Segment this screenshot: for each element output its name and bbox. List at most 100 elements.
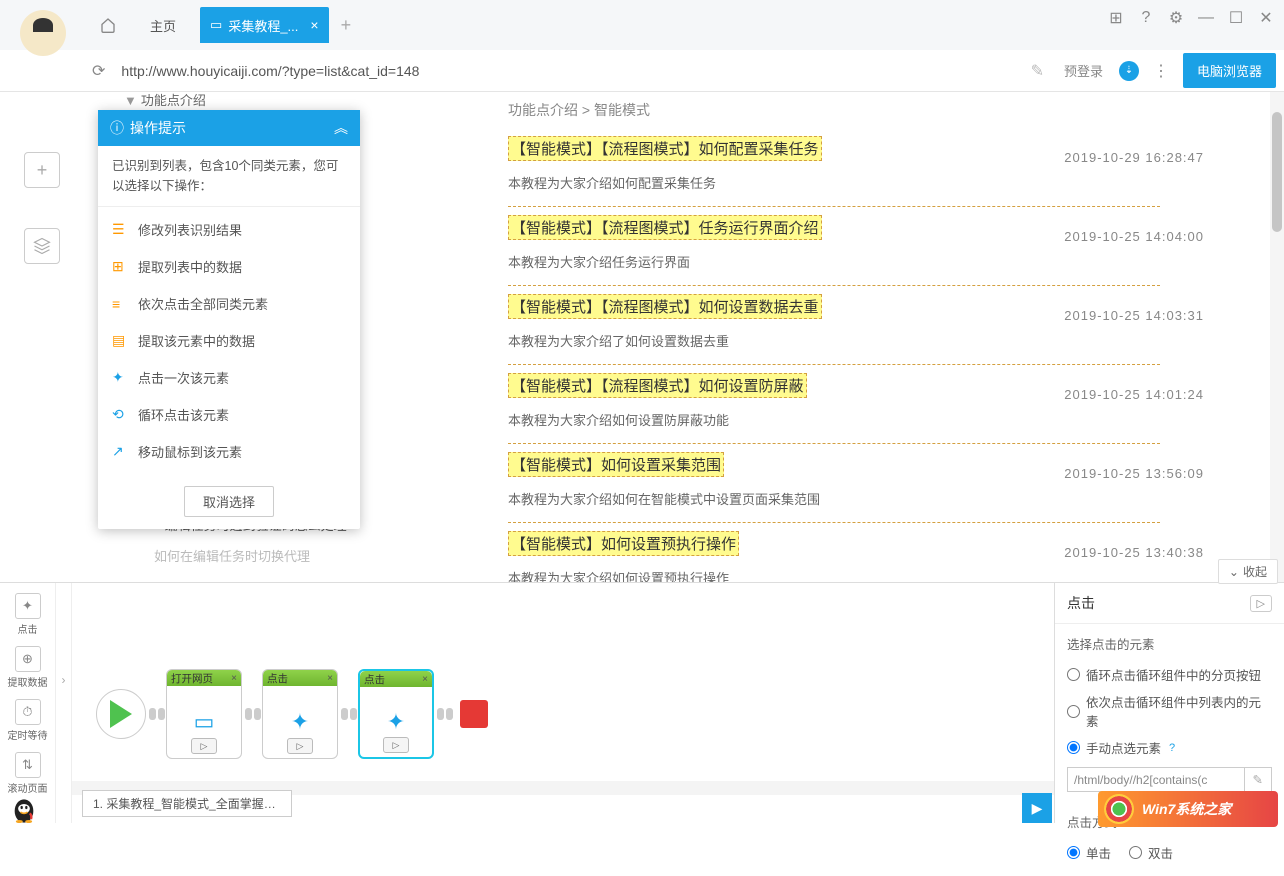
cancel-selection-button[interactable]: 取消选择 (184, 486, 274, 517)
rail-add-icon[interactable]: + (24, 152, 60, 188)
connector (436, 707, 454, 721)
run-button[interactable]: ▶ (1022, 793, 1052, 823)
tooltip-action[interactable]: ☰修改列表识别结果 (98, 211, 360, 248)
article-item[interactable]: 【智能模式】【流程图模式】如何设置防屏蔽 本教程为大家介绍如何设置防屏蔽功能 2… (424, 365, 1244, 444)
close-tab-icon[interactable]: × (310, 17, 318, 33)
article-item[interactable]: 【智能模式】如何设置采集范围 本教程为大家介绍如何在智能模式中设置页面采集范围 … (424, 444, 1244, 523)
flow-nodes: 打开网页× ▭ ▷ 点击× ✦ ▷ 点击× ✦ ▷ (96, 669, 488, 759)
xpath-edit-icon[interactable]: ✎ (1245, 767, 1272, 792)
tooltip-body: 已识别到列表，包含10个同类元素，您可以选择以下操作： (98, 146, 360, 207)
node-play-icon[interactable]: ▷ (191, 738, 217, 754)
tooltip-list: ☰修改列表识别结果 ⊞提取列表中的数据 ≡依次点击全部同类元素 ▤提取该元素中的… (98, 207, 360, 474)
edit-icon[interactable]: ✎ (1031, 61, 1044, 81)
tree-item[interactable]: ▼功能点介绍 (124, 92, 206, 109)
tab-active[interactable]: ▭ 采集教程_... × (200, 7, 329, 43)
article-title[interactable]: 【智能模式】【流程图模式】如何设置防屏蔽 (508, 373, 807, 398)
tooltip-header: ⓘ 操作提示 ︽ (98, 110, 360, 146)
extract-icon: ⊞ (112, 258, 130, 275)
article-date: 2019-10-25 14:04:00 (1064, 229, 1204, 244)
article-date: 2019-10-25 13:56:09 (1064, 466, 1204, 481)
home-icon[interactable] (90, 7, 126, 43)
article-item[interactable]: 【智能模式】【流程图模式】如何配置采集任务 本教程为大家介绍如何配置采集任务 2… (424, 128, 1244, 207)
tabs: 主页 ▭ 采集教程_... × + (86, 0, 351, 50)
tool-scroll[interactable]: ⇅滚动页面 (4, 748, 52, 799)
browser-mode-button[interactable]: 电脑浏览器 (1183, 53, 1276, 88)
collapse-panel-button[interactable]: ⌄收起 (1218, 559, 1278, 584)
tooltip-action[interactable]: ⊞提取列表中的数据 (98, 248, 360, 285)
avatar[interactable] (20, 10, 66, 56)
help-icon[interactable]: ? (1169, 742, 1175, 754)
article-item[interactable]: 【智能模式】【流程图模式】如何设置数据去重 本教程为大家介绍了如何设置数据去重 … (424, 286, 1244, 365)
browser-icon: ▭ (194, 709, 215, 735)
connector (340, 707, 358, 721)
radio-single-click[interactable]: 单击 (1067, 839, 1111, 866)
prelogin-button[interactable]: 预登录 (1064, 61, 1103, 80)
radio-loop-pagination[interactable]: 循环点击循环组件中的分页按钮 (1067, 661, 1272, 688)
collapse-icon[interactable]: ︽ (334, 118, 348, 138)
article-title[interactable]: 【智能模式】【流程图模式】任务运行界面介绍 (508, 215, 822, 240)
flow-node-click-active[interactable]: 点击× ✦ ▷ (358, 669, 434, 759)
reload-icon[interactable]: ⟳ (92, 61, 105, 81)
flow-expand[interactable]: › (56, 583, 72, 823)
help-icon[interactable]: ? (1136, 9, 1156, 27)
tooltip-action[interactable]: ⟲循环点击该元素 (98, 396, 360, 433)
minimize-icon[interactable]: — (1196, 9, 1216, 27)
flow-node-click[interactable]: 点击× ✦ ▷ (262, 669, 338, 759)
section-label: 选择点击的元素 (1067, 634, 1272, 653)
tooltip-title: 操作提示 (130, 118, 186, 138)
tab-home[interactable]: 主页 (126, 7, 200, 43)
url-input[interactable]: http://www.houyicaiji.com/?type=list&cat… (121, 63, 1030, 79)
article-item[interactable]: 【智能模式】【流程图模式】任务运行界面介绍 本教程为大家介绍任务运行界面 201… (424, 207, 1244, 286)
new-tab-button[interactable]: + (341, 15, 352, 36)
article-title[interactable]: 【智能模式】如何设置采集范围 (508, 452, 724, 477)
tool-extract[interactable]: ⊕提取数据 (4, 642, 52, 693)
more-icon[interactable]: ⋮ (1153, 61, 1169, 81)
gear-icon[interactable]: ⚙ (1166, 8, 1186, 28)
gift-icon[interactable]: ⊞ (1106, 8, 1126, 28)
article-item[interactable]: 【智能模式】如何设置预执行操作 本教程为大家介绍如何设置预执行操作 2019-1… (424, 523, 1244, 582)
tool-click[interactable]: ✦点击 (11, 589, 45, 640)
qq-icon[interactable] (10, 797, 38, 825)
node-play-icon[interactable]: ▷ (287, 738, 313, 754)
article-title[interactable]: 【智能模式】【流程图模式】如何配置采集任务 (508, 136, 822, 161)
flow-canvas[interactable]: 打开网页× ▭ ▷ 点击× ✦ ▷ 点击× ✦ ▷ 1. 采集教程_智能模式_全… (72, 583, 1054, 823)
tooltip-action[interactable]: ▤提取该元素中的数据 (98, 322, 360, 359)
close-icon[interactable]: ✕ (1256, 8, 1276, 28)
tooltip-action[interactable]: ✦点击一次该元素 (98, 359, 360, 396)
preview-icon[interactable]: ▷ (1250, 595, 1272, 612)
radio-double-click[interactable]: 双击 (1129, 839, 1173, 866)
node-close-icon[interactable]: × (327, 673, 333, 684)
scrollbar[interactable] (1270, 92, 1284, 582)
radio-loop-list[interactable]: 依次点击循环组件中列表内的元素 (1067, 688, 1272, 734)
xpath-input[interactable] (1067, 767, 1245, 792)
article-title[interactable]: 【智能模式】如何设置预执行操作 (508, 531, 739, 556)
node-close-icon[interactable]: × (231, 673, 237, 684)
article-list: 功能点介绍 > 智能模式 【智能模式】【流程图模式】如何配置采集任务 本教程为大… (424, 92, 1284, 582)
flow-node-open[interactable]: 打开网页× ▭ ▷ (166, 669, 242, 759)
start-node[interactable] (96, 689, 146, 739)
tree-link[interactable]: 如何在编辑任务时切换代理 (154, 541, 384, 573)
tooltip-footer: 取消选择 (98, 474, 360, 529)
click-once-icon: ✦ (112, 369, 130, 386)
article-desc: 本教程为大家介绍如何在智能模式中设置页面采集范围 (508, 489, 1160, 523)
radio-manual[interactable]: 手动点选元素? (1067, 734, 1272, 761)
task-tab[interactable]: 1. 采集教程_智能模式_全面掌握后... (82, 790, 292, 817)
tooltip-action[interactable]: ≡依次点击全部同类元素 (98, 285, 360, 322)
scrollbar-thumb[interactable] (1272, 112, 1282, 232)
page-content: ▼功能点介绍 ⓘ 操作提示 ︽ 已识别到列表，包含10个同类元素，您可以选择以下… (84, 92, 1284, 582)
article-title[interactable]: 【智能模式】【流程图模式】如何设置数据去重 (508, 294, 822, 319)
article-date: 2019-10-25 13:40:38 (1064, 545, 1204, 560)
maximize-icon[interactable]: ☐ (1226, 8, 1246, 28)
status-icon[interactable]: ⇣ (1119, 61, 1139, 81)
tool-wait[interactable]: ⏱定时等待 (4, 695, 52, 746)
rail-layers-icon[interactable] (24, 228, 60, 264)
node-play-icon[interactable]: ▷ (383, 737, 409, 753)
timer-icon: ⏱ (15, 699, 41, 725)
stop-node[interactable] (460, 700, 488, 728)
tooltip-action[interactable]: ↗移动鼠标到该元素 (98, 433, 360, 470)
addressbar: ⟳ http://www.houyicaiji.com/?type=list&c… (0, 50, 1284, 92)
article-date: 2019-10-25 14:01:24 (1064, 387, 1204, 402)
node-close-icon[interactable]: × (422, 674, 428, 685)
left-rail: + (0, 92, 84, 582)
connector (148, 707, 166, 721)
